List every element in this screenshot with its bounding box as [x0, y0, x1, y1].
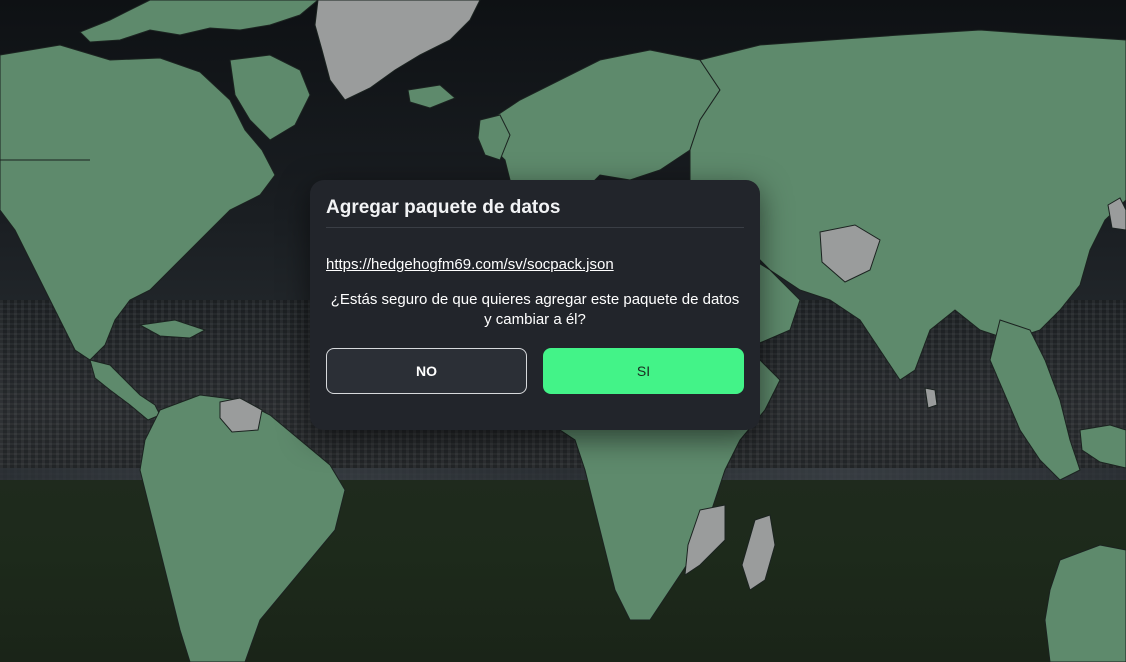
yes-button[interactable]: SI: [543, 348, 744, 394]
yes-button-label: SI: [636, 363, 651, 379]
dialog-title: Agregar paquete de datos: [326, 197, 561, 218]
dialog-question: ¿Estás seguro de que quieres agregar est…: [330, 291, 740, 328]
data-pack-url-link[interactable]: https://hedgehogfm69.com/sv/socpack.json: [326, 256, 614, 273]
no-button[interactable]: NO: [326, 348, 527, 394]
no-button-label: NO: [416, 363, 437, 379]
app-screen: Agregar paquete de datos https://hedgeho…: [0, 0, 1126, 662]
dialog-divider: [326, 227, 744, 228]
add-data-pack-dialog: Agregar paquete de datos https://hedgeho…: [310, 180, 760, 430]
